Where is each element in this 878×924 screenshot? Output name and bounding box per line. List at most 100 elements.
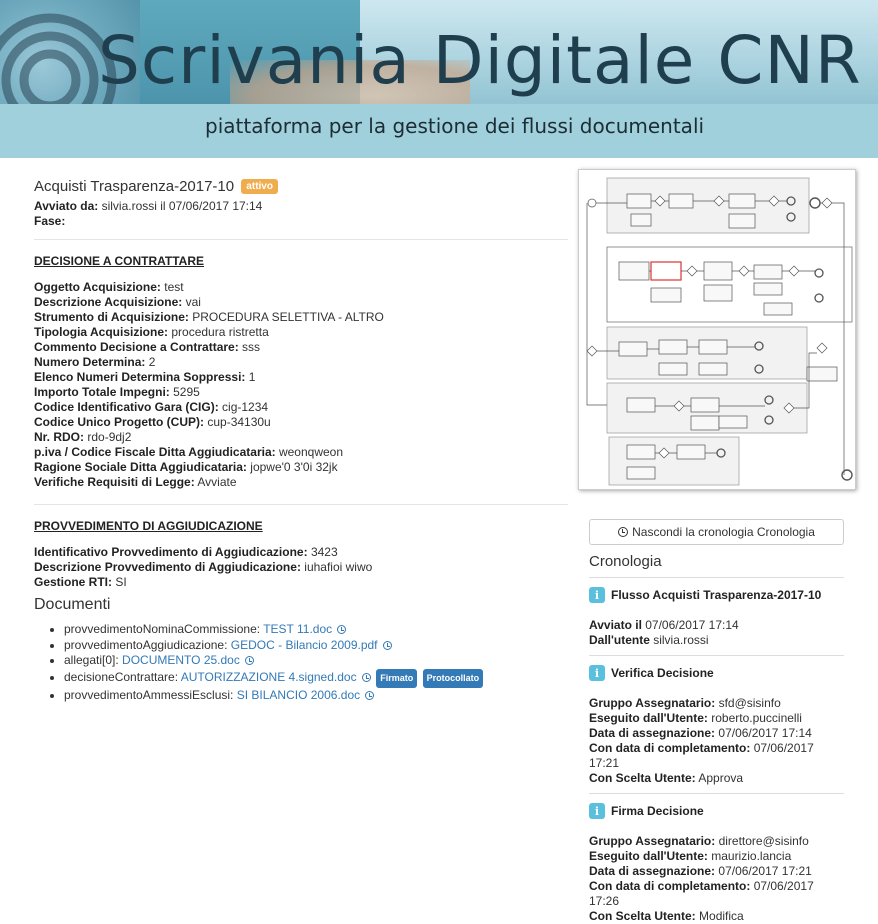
process-diagram[interactable]	[578, 169, 856, 490]
field-row: Codice Identificativo Gara (CIG): cig-12…	[34, 400, 568, 415]
field-row: Ragione Sociale Ditta Aggiudicataria: jo…	[34, 460, 568, 475]
document-link[interactable]: SI BILANCIO 2006.doc	[237, 688, 360, 702]
document-link[interactable]: TEST 11.doc	[263, 622, 332, 636]
document-item: allegati[0]: DOCUMENTO 25.doc	[64, 653, 568, 669]
info-icon: i	[589, 665, 605, 681]
hide-cronologia-button[interactable]: Nascondi la cronologia Cronologia	[589, 519, 844, 545]
field-label: Descrizione Acquisizione:	[34, 295, 183, 309]
field-label: Elenco Numeri Determina Soppressi:	[34, 370, 246, 384]
event-body: Avviato il 07/06/2017 17:14 Dall'utente s…	[589, 618, 844, 648]
field-label: Data di assegnazione:	[589, 726, 716, 740]
field-label: Data di assegnazione:	[589, 864, 716, 878]
field-row: Nr. RDO: rdo-9dj2	[34, 430, 568, 445]
provvedimento-fields: Identificativo Provvedimento di Aggiudic…	[34, 545, 568, 590]
field-label: Eseguito dall'Utente:	[589, 711, 708, 725]
history-clock-icon[interactable]	[365, 691, 375, 700]
field-row: Con data di completamento: 07/06/2017 17…	[589, 879, 844, 909]
field-value: SI	[115, 575, 127, 589]
field-row: Identificativo Provvedimento di Aggiudic…	[34, 545, 568, 560]
field-label: Identificativo Provvedimento di Aggiudic…	[34, 545, 308, 559]
banner-subtitle: piattaforma per la gestione dei flussi d…	[205, 114, 705, 138]
field-value: sss	[242, 340, 261, 354]
field-value: cup-34130u	[207, 415, 271, 429]
banner-title: Scrivania Digitale CNR	[98, 22, 862, 99]
history-clock-icon[interactable]	[382, 640, 392, 650]
field-value: roberto.puccinelli	[711, 711, 802, 725]
document-item: decisioneContrattare: AUTORIZZAZIONE 4.s…	[64, 668, 568, 688]
field-value: 3423	[310, 545, 338, 559]
field-value: Modifica	[699, 909, 744, 923]
field-row: Strumento di Acquisizione: PROCEDURA SEL…	[34, 310, 568, 325]
document-label: decisioneContrattare:	[64, 669, 179, 684]
field-value: procedura ristretta	[171, 325, 269, 339]
field-label: Codice Identificativo Gara (CIG):	[34, 400, 219, 414]
bpmn-diagram-svg	[586, 177, 853, 486]
field-value: jopwe'0 3'0i 32jk	[250, 460, 338, 474]
document-link[interactable]: AUTORIZZAZIONE 4.signed.doc	[181, 670, 357, 684]
field-value: Approva	[698, 771, 744, 785]
field-row: Eseguito dall'Utente: roberto.puccinelli	[589, 711, 844, 726]
field-row: Verifiche Requisiti di Legge: Avviate	[34, 475, 568, 490]
field-row: Dall'utente silvia.rossi	[589, 633, 844, 648]
event-header: i Verifica Decisione	[589, 664, 844, 682]
field-value: 1	[248, 370, 256, 384]
field-row: Con data di completamento: 07/06/2017 17…	[589, 741, 844, 771]
document-status-badge: Protocollato	[422, 668, 484, 688]
document-label: allegati[0]:	[64, 653, 119, 667]
field-label: Gestione RTI:	[34, 575, 113, 589]
cronologia-event: i Verifica Decisione Gruppo Assegnatario: …	[589, 664, 844, 794]
process-title-row: Acquisti Trasparenza-2017-10 attivo	[34, 178, 568, 195]
document-link[interactable]: DOCUMENTO 25.doc	[122, 653, 240, 667]
field-row: Con Scelta Utente: Approva	[589, 771, 844, 786]
info-icon: i	[589, 587, 605, 603]
field-row: p.iva / Codice Fiscale Ditta Aggiudicata…	[34, 445, 568, 460]
document-link[interactable]: GEDOC - Bilancio 2009.pdf	[231, 638, 378, 652]
document-label: provvedimentoNominaCommissione:	[64, 622, 261, 636]
field-label: Commento Decisione a Contrattare:	[34, 340, 239, 354]
document-label: provvedimentoAmmessiEsclusi:	[64, 688, 234, 702]
event-title: Firma Decisione	[611, 804, 704, 818]
field-label: Avviato il	[589, 618, 642, 632]
hide-cronologia-label: Nascondi la cronologia Cronologia	[632, 525, 815, 539]
document-item: provvedimentoNominaCommissione: TEST 11.…	[64, 622, 568, 638]
field-label: Con data di completamento:	[589, 879, 751, 893]
cronologia-title: Cronologia	[589, 553, 844, 578]
field-row: Tipologia Acquisizione: procedura ristre…	[34, 325, 568, 340]
event-header: i Flusso Acquisti Trasparenza-2017-10	[589, 586, 844, 604]
field-label: Descrizione Provvedimento di Aggiudicazi…	[34, 560, 301, 574]
section-title-decisione: DECISIONE A CONTRATTARE	[34, 254, 204, 268]
history-clock-icon[interactable]	[361, 672, 371, 682]
field-row: Descrizione Provvedimento di Aggiudicazi…	[34, 560, 568, 575]
field-label: Dall'utente	[589, 633, 650, 647]
history-clock-icon[interactable]	[337, 625, 347, 634]
field-value: Avviate	[197, 475, 237, 489]
field-value: 07/06/2017 17:14	[718, 726, 812, 740]
avviato-row: Avviato da: silvia.rossi il 07/06/2017 1…	[34, 199, 568, 214]
field-value: cig-1234	[222, 400, 269, 414]
cronologia-events: i Flusso Acquisti Trasparenza-2017-10 Avvi…	[589, 586, 844, 924]
field-label: Ragione Sociale Ditta Aggiudicataria:	[34, 460, 247, 474]
history-clock-icon[interactable]	[245, 656, 255, 665]
field-row: Eseguito dall'Utente: maurizio.lancia	[589, 849, 844, 864]
cronologia-panel: Nascondi la cronologia Cronologia Cronol…	[589, 519, 844, 924]
field-value: 07/06/2017 17:14	[645, 618, 739, 632]
divider	[589, 655, 844, 656]
field-value: 2	[148, 355, 156, 369]
process-title: Acquisti Trasparenza-2017-10	[34, 178, 235, 195]
avviato-value: silvia.rossi il 07/06/2017 17:14	[101, 199, 263, 213]
field-value: sfd@sisinfo	[718, 696, 781, 710]
event-header: i Firma Decisione	[589, 802, 844, 820]
avviato-label: Avviato da:	[34, 199, 99, 213]
field-value: weonqweon	[278, 445, 344, 459]
field-value: 5295	[173, 385, 200, 399]
fase-label: Fase:	[34, 214, 66, 228]
field-label: Gruppo Assegnatario:	[589, 696, 716, 710]
event-body: Gruppo Assegnatario: sfd@sisinfo Eseguito…	[589, 696, 844, 786]
field-value: silvia.rossi	[653, 633, 709, 647]
clock-icon	[618, 527, 629, 537]
field-row: Commento Decisione a Contrattare: sss	[34, 340, 568, 355]
section-title-provvedimento: PROVVEDIMENTO DI AGGIUDICAZIONE	[34, 519, 263, 533]
event-title: Verifica Decisione	[611, 666, 714, 680]
status-badge: attivo	[241, 179, 278, 194]
field-label: Con data di completamento:	[589, 741, 751, 755]
